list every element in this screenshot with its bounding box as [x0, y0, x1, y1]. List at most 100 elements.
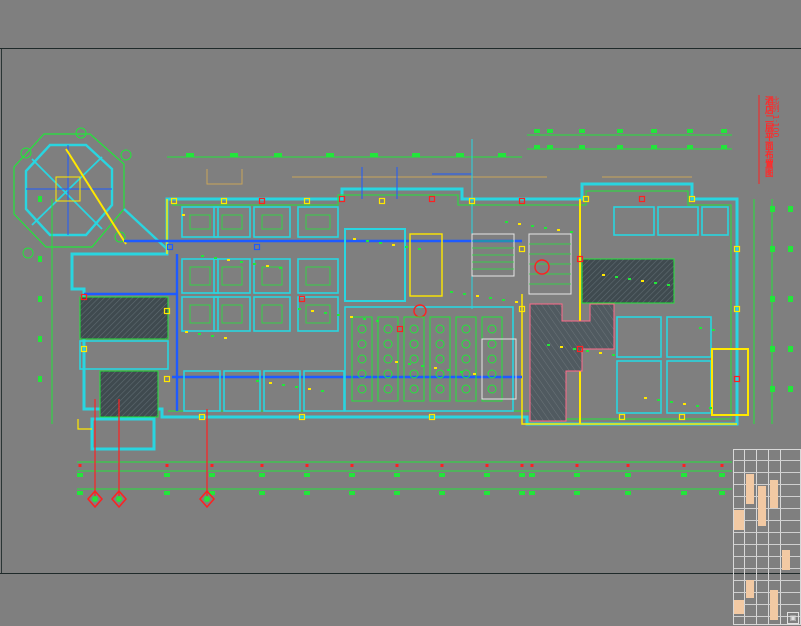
- fixture-dot: [683, 403, 686, 405]
- dimension-tag: [617, 129, 623, 133]
- fixture-dot: [473, 373, 476, 375]
- fixture-circle: [487, 324, 497, 334]
- dimension-tag: [574, 473, 580, 477]
- title-block-cell: [782, 550, 790, 570]
- dimension-tag: [547, 129, 553, 133]
- fixture-dot: [363, 318, 366, 320]
- dimension-tag: [259, 473, 265, 477]
- entrance-bay[interactable]: [77, 417, 156, 451]
- fixture-dot: [544, 227, 547, 229]
- room-cell: [253, 258, 291, 294]
- dimension-tag: [186, 153, 194, 157]
- room-furniture: [221, 214, 243, 230]
- room-cell: [181, 258, 219, 294]
- fixture-dot: [602, 274, 605, 276]
- fixture-dot: [405, 246, 408, 248]
- dimension-tag: [498, 153, 506, 157]
- fixture-dot: [557, 229, 560, 231]
- wet-zone-cluster: [351, 316, 517, 402]
- fixture-dot: [615, 276, 618, 278]
- room-furniture: [189, 304, 211, 324]
- dimension-tag: [439, 473, 445, 477]
- dimension-tag: [721, 145, 727, 149]
- dimension-tick: [520, 464, 524, 467]
- fixture-dot: [547, 344, 550, 346]
- fixture-dot: [240, 261, 243, 263]
- fixture-marker: [638, 195, 646, 203]
- room-furniture: [261, 214, 283, 230]
- fixture-dot: [699, 327, 702, 329]
- room-cell: [297, 258, 339, 294]
- title-block-divider: [734, 460, 800, 461]
- dimension-tag: [349, 473, 355, 477]
- title-block-divider: [734, 484, 800, 485]
- dimension-tag: [770, 206, 775, 212]
- top-dimension-chain: [167, 134, 732, 158]
- fixture-dot: [201, 255, 204, 257]
- cad-drawing-canvas[interactable]: [1, 49, 801, 573]
- room-furniture: [261, 266, 283, 286]
- dimension-tag: [519, 491, 525, 495]
- title-block-divider: [734, 532, 800, 533]
- fixture-dot: [185, 331, 188, 333]
- fixture-circle: [487, 384, 497, 394]
- title-block-cell: [770, 590, 778, 620]
- bottom-dimension-chain: [77, 461, 732, 490]
- guest-rooms-right[interactable]: [613, 206, 749, 416]
- dimension-tag: [439, 491, 445, 495]
- dimension-tag: [788, 346, 793, 352]
- fixture-dot: [670, 401, 673, 403]
- fixture-dot: [709, 407, 712, 409]
- dimension-tag: [326, 153, 334, 157]
- dimension-tag: [484, 473, 490, 477]
- fixture-marker: [428, 195, 436, 203]
- fixture-dot: [586, 350, 589, 352]
- dimension-tag: [164, 491, 170, 495]
- room-cell: [181, 206, 219, 238]
- dimension-tag: [788, 386, 793, 392]
- dimension-tick: [305, 464, 309, 467]
- fixture-dot: [518, 223, 521, 225]
- wet-room: [377, 316, 399, 402]
- fixture-dot: [447, 369, 450, 371]
- dimension-tag: [274, 153, 282, 157]
- room-furniture: [305, 214, 331, 230]
- title-block-table: [733, 449, 801, 625]
- title-block-cell: [758, 486, 766, 526]
- dimension-tag: [788, 246, 793, 252]
- room-cell: [253, 296, 291, 332]
- fixture-dot: [531, 225, 534, 227]
- fixture-dot: [644, 397, 647, 399]
- fixture-circle: [357, 339, 367, 349]
- fixture-circle: [435, 354, 445, 364]
- fixture-dot: [253, 263, 256, 265]
- wet-room: [481, 338, 517, 400]
- title-block-divider: [734, 580, 800, 581]
- title-block-divider: [734, 592, 800, 593]
- hatched-zones: [79, 258, 675, 422]
- title-block-divider: [734, 472, 800, 473]
- fixture-dot: [337, 314, 340, 316]
- fixture-marker: [163, 375, 171, 383]
- title-block-divider: [734, 508, 800, 509]
- fixture-dot: [573, 348, 576, 350]
- fixture-dot: [599, 352, 602, 354]
- title-block-divider: [744, 450, 745, 624]
- room-furniture: [305, 266, 331, 286]
- room-furniture: [261, 304, 283, 324]
- fixture-circle: [435, 384, 445, 394]
- fixture-dot: [395, 361, 398, 363]
- dimension-tag: [579, 145, 585, 149]
- dimension-tag: [681, 491, 687, 495]
- dimension-tick: [682, 464, 686, 467]
- room-cell: [297, 206, 339, 238]
- room-cell: [297, 296, 339, 332]
- fixture-dot: [256, 380, 259, 382]
- fixture-dot: [266, 265, 269, 267]
- fixture-dot: [311, 310, 314, 312]
- fixture-dot: [379, 242, 382, 244]
- dimension-tag: [574, 491, 580, 495]
- fixture-dot: [515, 301, 518, 303]
- floor-plan-drawing[interactable]: [2, 49, 801, 573]
- octagon-tower[interactable]: [13, 127, 168, 259]
